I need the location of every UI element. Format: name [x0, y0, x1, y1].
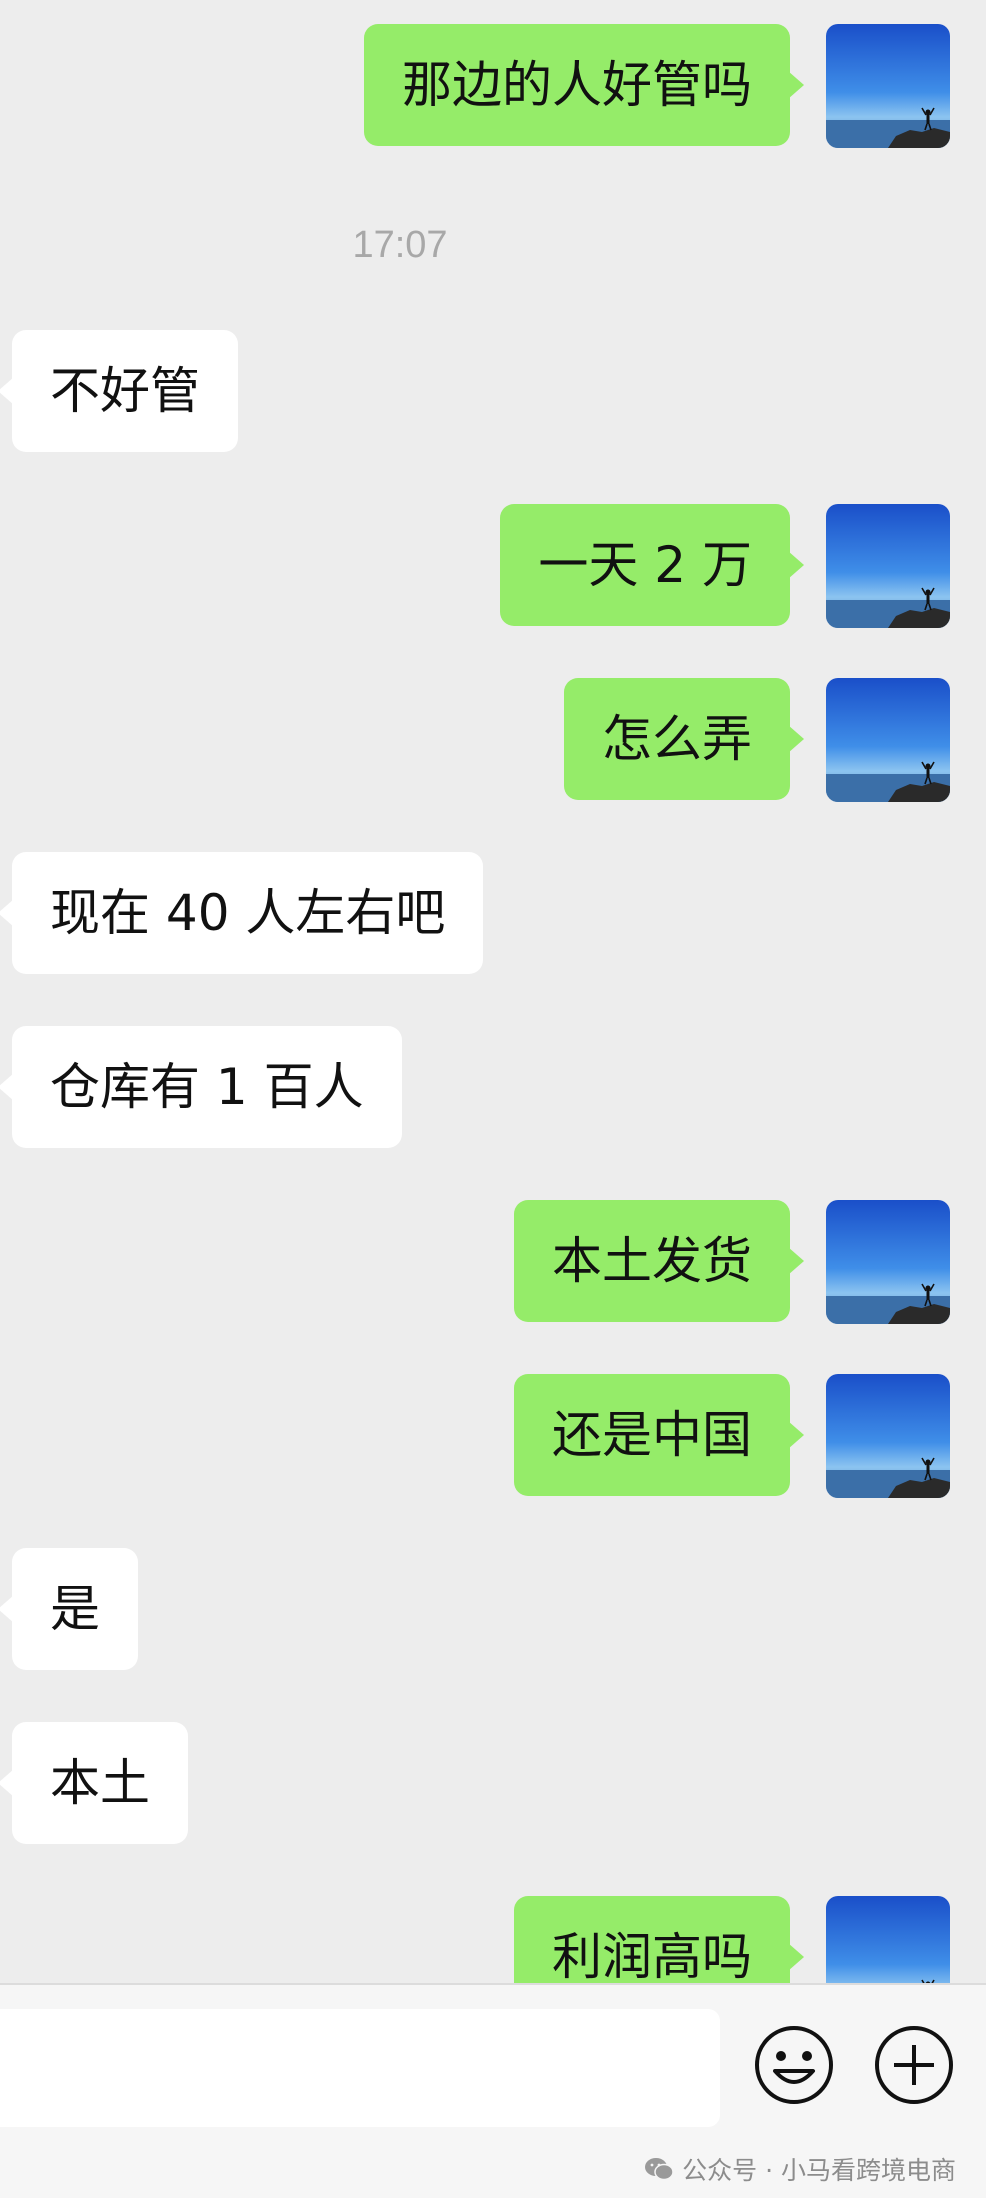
input-bar: 公众号 · 小马看跨境电商 [0, 1983, 986, 2198]
avatar[interactable] [826, 24, 950, 148]
message-bubble-outgoing[interactable]: 本土发货 [514, 1200, 804, 1322]
message-bubble-outgoing[interactable]: 利润高吗 [514, 1896, 804, 1983]
message-input[interactable] [0, 2009, 720, 2127]
more-button[interactable] [872, 2023, 956, 2107]
message-bubble-outgoing[interactable]: 那边的人好管吗 [364, 24, 804, 146]
wechat-icon [645, 2158, 674, 2181]
timestamp: 17:07 [352, 224, 448, 266]
watermark-text: 公众号 · 小马看跨境电商 [682, 2156, 956, 2185]
avatar[interactable] [826, 1200, 950, 1324]
message-bubble-outgoing[interactable]: 一天 2 万 [500, 504, 804, 626]
message-bubble-incoming[interactable]: 现在 40 人左右吧 [0, 852, 484, 974]
plus-icon [875, 2026, 953, 2104]
message-bubble-incoming[interactable]: 仓库有 1 百人 [0, 1026, 402, 1148]
message-bubble-incoming[interactable]: 本土 [0, 1722, 188, 1844]
message-bubble-outgoing[interactable]: 还是中国 [514, 1374, 804, 1496]
avatar[interactable] [826, 1896, 950, 1983]
message-bubble-incoming[interactable]: 不好管 [0, 330, 238, 452]
chat-area[interactable]: 那边的人好管吗 17:07 不好管 一天 2 万 怎么弄 现在 40 人左右吧 … [0, 0, 986, 1983]
avatar[interactable] [826, 1374, 950, 1498]
emoji-icon [755, 2026, 833, 2104]
avatar[interactable] [826, 678, 950, 802]
watermark: 公众号 · 小马看跨境电商 [644, 2151, 956, 2187]
message-bubble-outgoing[interactable]: 怎么弄 [564, 678, 804, 800]
emoji-button[interactable] [752, 2023, 836, 2107]
message-bubble-incoming[interactable]: 是 [0, 1548, 138, 1670]
avatar[interactable] [826, 504, 950, 628]
